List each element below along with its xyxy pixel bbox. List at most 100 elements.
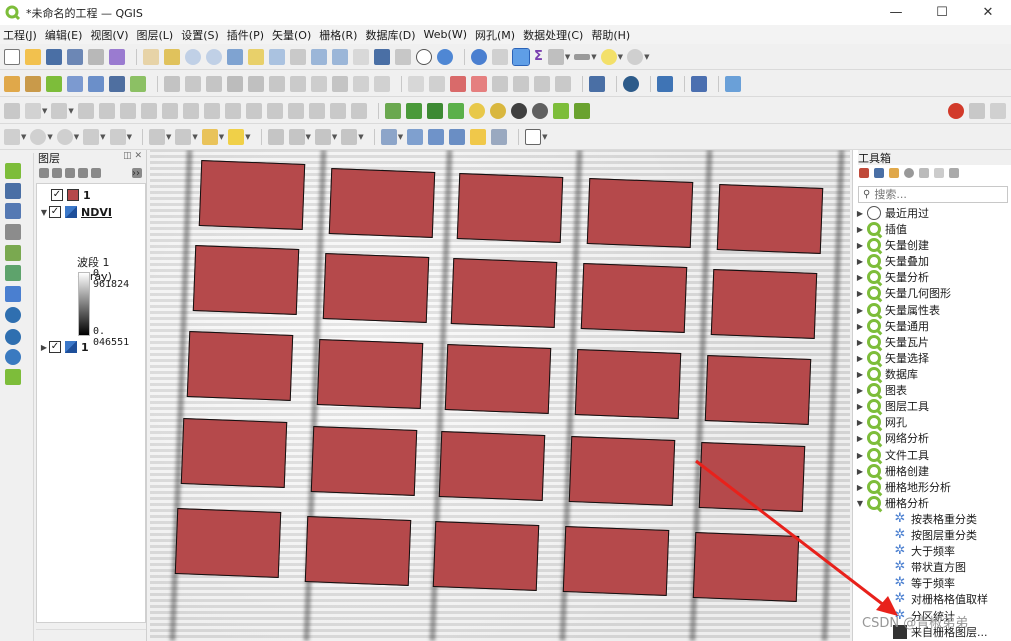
toolbox-group-item[interactable]: ▶ 矢量通用 (853, 318, 929, 334)
edit-in-place-icon[interactable] (934, 168, 944, 178)
label-tool-icon[interactable] (380, 129, 397, 145)
toolbox-algorithm-item[interactable]: ✲ 带状直方图 (893, 559, 966, 575)
menu-raster[interactable]: 栅格(R) (319, 27, 357, 43)
measure-icon[interactable] (547, 48, 564, 65)
db-manager-icon[interactable] (589, 75, 605, 92)
advanced-digitize-icon[interactable] (4, 102, 20, 119)
menu-help[interactable]: 帮助(H) (591, 27, 630, 43)
add-wfs-layer-icon[interactable] (5, 329, 21, 345)
move-label-icon[interactable] (492, 75, 508, 92)
snapping-magnet-icon[interactable] (948, 102, 964, 119)
layer-item[interactable]: ▶ ✓ 1 (39, 339, 89, 355)
text-annotation-icon[interactable] (525, 129, 542, 145)
layer-visibility-checkbox[interactable]: ✓ (49, 341, 61, 353)
layer-visibility-checkbox[interactable]: ✓ (49, 206, 61, 218)
menu-layer[interactable]: 图层(L) (136, 27, 173, 43)
paste-features-icon[interactable] (332, 75, 348, 92)
layout-icon[interactable] (341, 129, 358, 145)
toolbox-group-item[interactable]: ▶ 最近用过 (853, 205, 929, 221)
collapsed-arrow-icon[interactable]: ▶ (853, 338, 867, 347)
menu-view[interactable]: 视图(V) (90, 27, 128, 43)
toolbox-group-item[interactable]: ▶ 图层工具 (853, 398, 929, 414)
zoom-next-icon[interactable] (332, 48, 348, 65)
bookmark-icon[interactable] (374, 48, 390, 65)
toggle-editing-icon[interactable] (185, 75, 201, 92)
pin-label-icon[interactable] (429, 75, 445, 92)
collapsed-arrow-icon[interactable]: ▶ (853, 418, 867, 427)
toolbox-algorithm-item[interactable]: ✲ 等于频率 (893, 575, 955, 591)
dropdown-arrow-icon[interactable]: ▼ (618, 53, 623, 61)
toolbox-group-item[interactable]: ▶ 网络分析 (853, 430, 929, 446)
add-wms-layer-icon[interactable] (5, 307, 21, 323)
zoom-selection-icon[interactable] (248, 48, 264, 65)
dropdown-arrow-icon[interactable]: ▼ (166, 133, 171, 141)
collapsed-arrow-icon[interactable]: ▶ (853, 451, 867, 460)
new-project-icon[interactable] (4, 48, 20, 65)
snapping-options-icon[interactable] (990, 102, 1006, 119)
fill-ring-icon[interactable] (182, 102, 199, 119)
toolbox-group-item[interactable]: ▶ 栅格创建 (853, 463, 929, 479)
add-wcs-layer-icon[interactable] (5, 349, 21, 365)
identify-icon[interactable] (471, 48, 487, 65)
layers-horizontal-scrollbar[interactable] (36, 629, 146, 641)
decrease-gamma-icon[interactable] (573, 102, 590, 119)
zoom-native-icon[interactable] (290, 48, 306, 65)
dropdown-arrow-icon[interactable]: ▼ (398, 133, 403, 141)
add-layer-icon[interactable] (25, 75, 41, 92)
dropdown-arrow-icon[interactable]: ▼ (74, 133, 79, 141)
collapsed-arrow-icon[interactable]: ▶ (853, 386, 867, 395)
processing-toolbox-icon[interactable] (512, 47, 530, 66)
toolbox-algorithm-item[interactable]: ✲ 对栅格格值取样 (893, 591, 988, 607)
save-edits-icon[interactable] (206, 75, 222, 92)
rotate-label-tool-icon[interactable] (428, 129, 445, 145)
add-ring-icon[interactable] (140, 102, 157, 119)
zoom-layer-icon[interactable] (269, 48, 285, 65)
toolbox-group-item[interactable]: ▶ 矢量瓦片 (853, 334, 929, 350)
add-mesh-icon[interactable] (109, 75, 125, 92)
highlight-labels-icon[interactable] (450, 75, 466, 92)
menu-database[interactable]: 数据库(D) (365, 27, 415, 43)
toolbox-algorithm-item[interactable]: ✲ 按表格重分类 (893, 511, 977, 527)
close-button[interactable]: ✕ (965, 0, 1011, 25)
edit-pencil-icon[interactable] (164, 75, 180, 92)
raster-histogram-icon[interactable] (384, 102, 401, 119)
dropdown-arrow-icon[interactable]: ▼ (644, 53, 649, 61)
ellipse-tool-icon[interactable] (56, 129, 73, 145)
add-spatialite-layer-icon[interactable] (5, 265, 21, 281)
label-properties-icon[interactable] (555, 75, 571, 92)
zoom-last-icon[interactable] (311, 48, 327, 65)
collapsed-arrow-icon[interactable]: ▶ (853, 306, 867, 315)
save-as-icon[interactable] (67, 48, 83, 65)
digitize-toolbar-icon[interactable] (4, 129, 20, 145)
plugins-manager-icon[interactable] (623, 75, 639, 92)
toolbox-group-item[interactable]: ▶ 矢量几何图形 (853, 285, 951, 301)
cut-features-icon[interactable] (290, 75, 306, 92)
dropdown-arrow-icon[interactable]: ▼ (68, 107, 73, 115)
merge-features-icon[interactable] (329, 102, 346, 119)
add-raster-icon[interactable] (88, 75, 104, 92)
annotation-icon[interactable] (600, 48, 617, 65)
expand-all-icon[interactable] (91, 168, 101, 178)
toolbox-group-item[interactable]: ▶ 矢量属性表 (853, 302, 940, 318)
dropdown-arrow-icon[interactable]: ▼ (192, 133, 197, 141)
toolbox-search-input[interactable] (874, 188, 995, 201)
rotate-label-icon[interactable] (513, 75, 529, 92)
measure-line-icon[interactable] (574, 53, 591, 60)
dropdown-arrow-icon[interactable]: ▼ (591, 53, 596, 61)
collapsed-arrow-icon[interactable]: ▶ (853, 322, 867, 331)
merge-attributes-icon[interactable] (350, 102, 367, 119)
toolbox-algorithm-item[interactable]: ✲ 按图层重分类 (893, 527, 977, 543)
manage-visibility-icon[interactable] (65, 168, 75, 178)
panel-float-close-icon[interactable]: ◫ ✕ (123, 151, 142, 161)
increase-brightness-icon[interactable] (468, 102, 485, 119)
dropdown-arrow-icon[interactable]: ▼ (47, 133, 52, 141)
more-tools-chevron-icon[interactable]: ›› (132, 168, 142, 179)
menu-vector[interactable]: 矢量(O) (272, 27, 311, 43)
toolbox-group-item[interactable]: ▶ 图表 (853, 382, 907, 398)
select-features-icon[interactable] (148, 129, 165, 145)
menu-project[interactable]: 工程(J) (3, 27, 37, 43)
attribute-table-icon[interactable] (492, 48, 508, 65)
collapsed-arrow-icon[interactable]: ▶ (853, 483, 867, 492)
collapsed-arrow-icon[interactable]: ▶ (853, 273, 867, 282)
dropdown-arrow-icon[interactable]: ▼ (565, 53, 570, 61)
